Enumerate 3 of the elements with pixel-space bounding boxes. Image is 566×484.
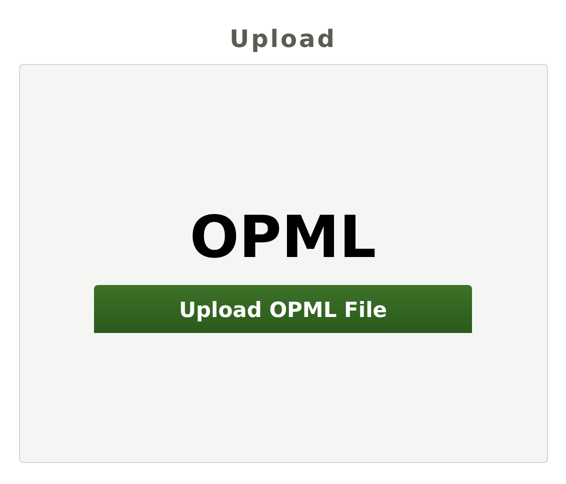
upload-button[interactable]: Upload OPML File: [94, 285, 472, 333]
section-heading: Upload: [230, 24, 336, 54]
format-title: OPML: [190, 202, 376, 273]
